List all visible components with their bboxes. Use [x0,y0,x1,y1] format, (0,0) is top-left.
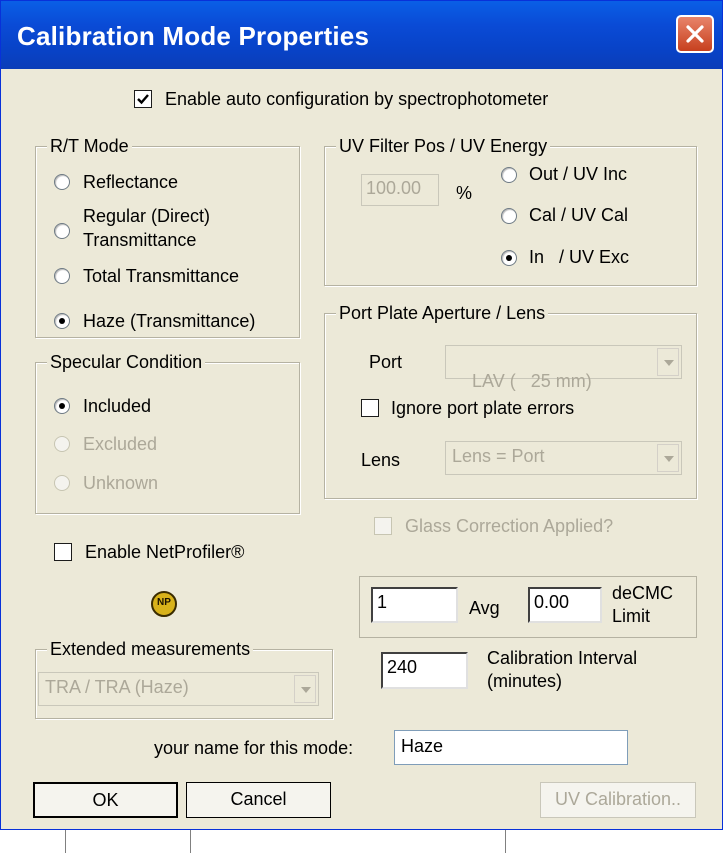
background-table-strip [0,830,723,853]
netprofiler-icon-text: NP [157,597,171,608]
port-combobox[interactable]: LAV ( 25 mm) [445,345,682,391]
decmc-label-line1: deCMC [612,583,674,603]
chevron-down-icon[interactable] [657,348,679,376]
extended-combobox[interactable]: TRA / TRA (Haze) [38,672,319,706]
close-button[interactable] [676,15,714,53]
label-regular-transmittance-line2: Transmittance [83,230,197,250]
calibration-interval-label-line2: (minutes) [487,671,563,691]
specular-group [35,362,300,514]
radio-regular-transmittance[interactable] [54,223,70,239]
label-total-transmittance: Total Transmittance [83,266,240,286]
lens-combobox-value: Lens = Port [452,446,545,466]
netprofiler-label: Enable NetProfiler® [85,542,245,562]
ignore-port-errors-checkbox[interactable] [361,399,379,417]
radio-specular-excluded[interactable] [54,436,70,452]
dialog-window: Calibration Mode Properties Enable auto … [0,0,723,830]
port-combobox-value: LAV ( 25 mm) [472,371,592,391]
label-uv-out: Out / UV Inc [529,164,628,184]
avg-input[interactable]: 1 [371,587,458,623]
radio-uv-out[interactable] [501,167,517,183]
column-divider [65,830,66,853]
auto-config-label: Enable auto configuration by spectrophot… [165,89,549,109]
calibration-interval-label-line1: Calibration Interval [487,648,638,668]
decmc-input[interactable]: 0.00 [528,587,602,623]
column-divider [505,830,506,853]
label-specular-excluded: Excluded [83,434,158,454]
close-icon [686,25,704,43]
radio-haze-transmittance[interactable] [54,313,70,329]
window-title: Calibration Mode Properties [17,21,370,51]
specular-legend: Specular Condition [47,352,206,373]
ok-button[interactable]: OK [33,782,178,818]
uv-filter-legend: UV Filter Pos / UV Energy [336,136,551,157]
label-reflectance: Reflectance [83,172,179,192]
mode-name-label: your name for this mode: [154,738,354,758]
chevron-down-icon[interactable] [294,675,316,703]
radio-specular-unknown[interactable] [54,475,70,491]
label-specular-unknown: Unknown [83,473,159,493]
lens-label: Lens [361,450,401,470]
radio-uv-cal[interactable] [501,208,517,224]
column-divider [190,830,191,853]
extended-legend: Extended measurements [47,639,254,660]
radio-reflectance[interactable] [54,174,70,190]
netprofiler-icon: NP [151,591,177,617]
chevron-down-icon[interactable] [657,444,679,472]
radio-specular-included[interactable] [54,398,70,414]
uv-filter-value-input[interactable]: 100.00 [361,174,439,206]
cancel-button[interactable]: Cancel [186,782,331,818]
lens-combobox[interactable]: Lens = Port [445,441,682,475]
avg-label: Avg [469,598,500,618]
rt-mode-legend: R/T Mode [47,136,132,157]
radio-total-transmittance[interactable] [54,268,70,284]
decmc-label-line2: Limit [612,606,651,626]
label-uv-in: In / UV Exc [529,247,630,267]
extended-combobox-value: TRA / TRA (Haze) [45,677,189,697]
glass-correction-checkbox[interactable] [374,517,392,535]
ignore-port-errors-label: Ignore port plate errors [391,398,575,418]
checkmark-icon [137,94,149,105]
mode-name-input[interactable]: Haze [394,730,628,765]
calibration-interval-input[interactable]: 240 [381,652,468,689]
auto-config-checkbox[interactable] [134,90,152,108]
label-uv-cal: Cal / UV Cal [529,205,629,225]
uv-filter-unit: % [456,183,473,203]
radio-uv-in[interactable] [501,250,517,266]
label-haze-transmittance: Haze (Transmittance) [83,311,256,331]
label-regular-transmittance-line1: Regular (Direct) [83,206,211,226]
glass-correction-label: Glass Correction Applied? [405,516,614,536]
uv-calibration-button[interactable]: UV Calibration.. [540,782,696,818]
port-plate-legend: Port Plate Aperture / Lens [336,303,549,324]
title-bar[interactable]: Calibration Mode Properties [1,1,722,69]
label-specular-included: Included [83,396,152,416]
port-label: Port [369,352,403,372]
netprofiler-checkbox[interactable] [54,543,72,561]
